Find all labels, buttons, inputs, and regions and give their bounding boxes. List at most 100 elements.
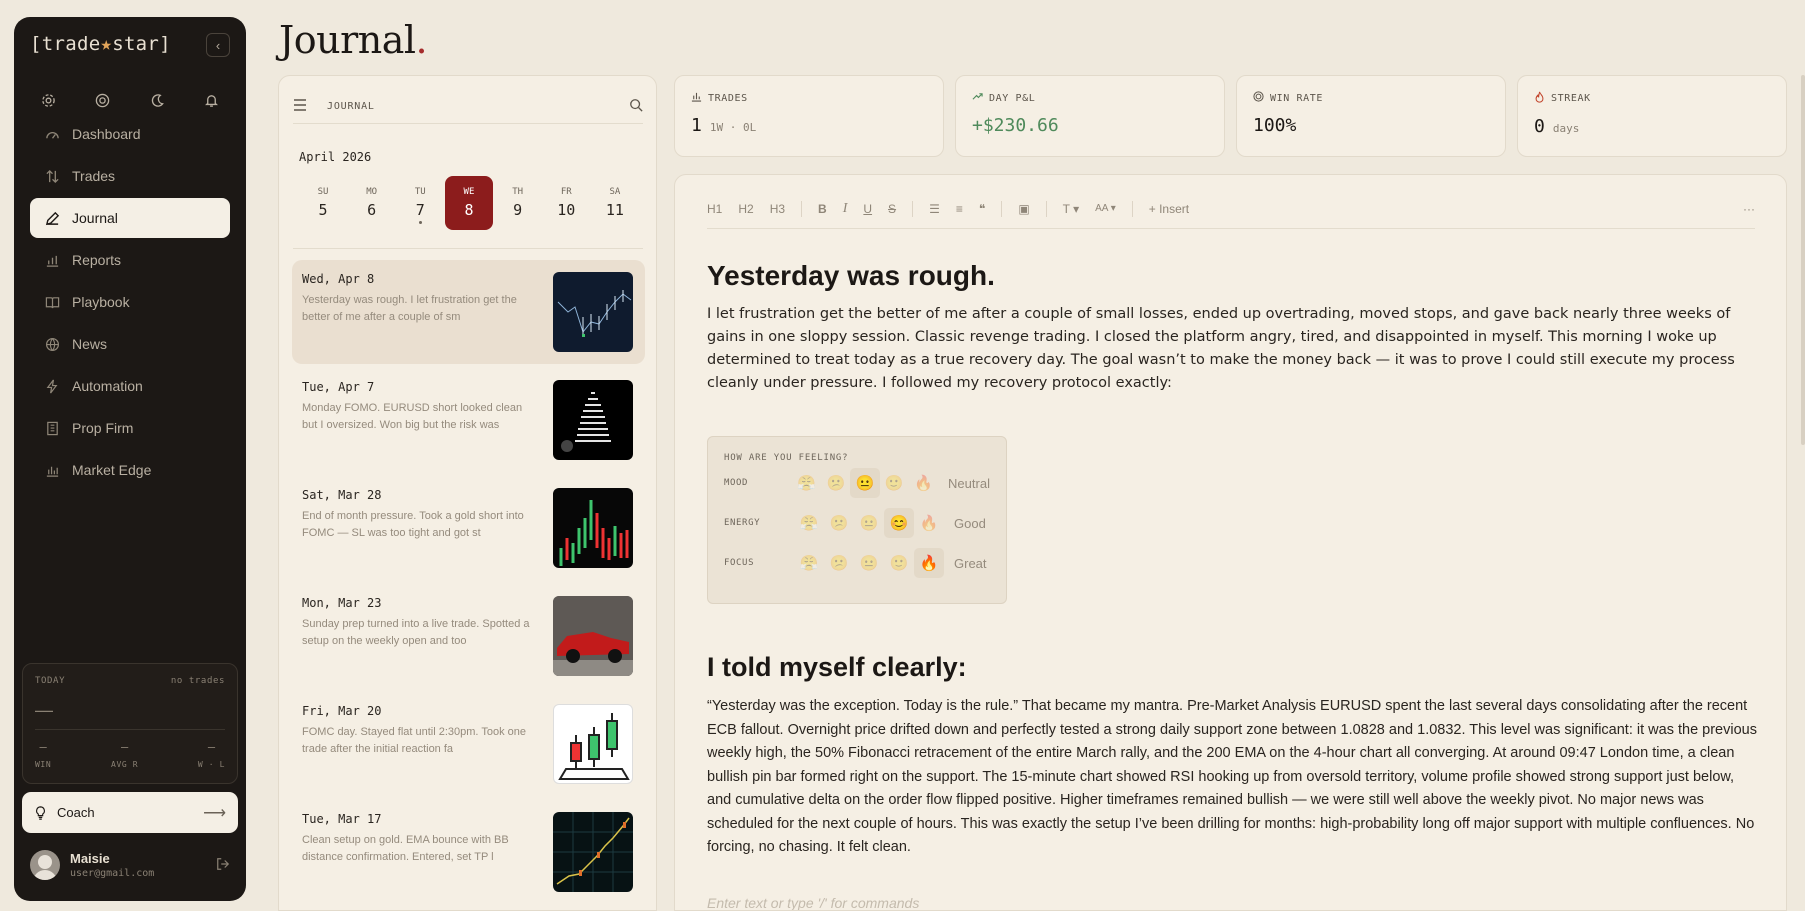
collapse-sidebar-button[interactable]: ‹ (206, 33, 230, 57)
heading2-button[interactable]: H2 (738, 202, 753, 216)
sidebar-item-news[interactable]: News (30, 324, 230, 364)
entry-date: Wed, Apr 8 (302, 272, 375, 286)
emoji-option[interactable]: 🔥 (914, 508, 944, 538)
sidebar-item-journal[interactable]: Journal (30, 198, 230, 238)
day-tue[interactable]: TU 7 (396, 176, 444, 230)
stats-row: TRADES 1 1W · 0L DAY P&L +$230.66 WIN RAT… (674, 75, 1787, 157)
journal-entry[interactable]: Sat, Mar 28 End of month pressure. Took a… (292, 476, 645, 580)
bell-icon[interactable] (200, 88, 224, 112)
feeling-row-focus: FOCUS 😤 😕 😐 🙂 🔥 Great (724, 543, 990, 583)
week-day-picker: SU 5 MO 6 TU 7 WE 8 TH 9 FR 10 SA 11 (299, 176, 639, 230)
day-sun[interactable]: SU 5 (299, 176, 347, 230)
stat-trades-sub: 1W · 0L (709, 121, 757, 134)
divider (1045, 200, 1047, 217)
entry-paragraph[interactable]: “Yesterday was the exception. Today is t… (707, 695, 1762, 860)
heading1-button[interactable]: H1 (707, 202, 722, 216)
day-thu[interactable]: TH 9 (494, 176, 542, 230)
user-email: user@gmail.com (70, 868, 155, 879)
entry-date: Sat, Mar 28 (302, 488, 382, 502)
entry-date: Tue, Mar 17 (302, 812, 382, 826)
journal-entry[interactable]: Fri, Mar 20 FOMC day. Stayed flat until 2… (292, 692, 645, 796)
gear-icon[interactable] (36, 88, 60, 112)
today-label: TODAY (35, 676, 66, 686)
logout-icon[interactable] (216, 857, 230, 874)
entry-heading[interactable]: Yesterday was rough. (707, 260, 995, 292)
emoji-option[interactable]: 😤 (792, 468, 821, 498)
moon-icon[interactable] (145, 88, 169, 112)
sidebar-item-prop-firm[interactable]: Prop Firm (30, 408, 230, 448)
bullet-list-icon[interactable]: ☰ (929, 202, 940, 216)
day-fri[interactable]: FR 10 (542, 176, 590, 230)
day-mon[interactable]: MO 6 (348, 176, 396, 230)
sidebar-item-trades[interactable]: Trades (30, 156, 230, 196)
image-icon[interactable]: ▣ (1018, 202, 1029, 216)
journal-entry[interactable]: Wed, Apr 8 Yesterday was rough. I let fru… (292, 260, 645, 364)
entry-date: Tue, Apr 7 (302, 380, 375, 394)
emoji-option[interactable]: 🙂 (880, 468, 909, 498)
search-icon[interactable] (629, 98, 643, 115)
help-icon[interactable] (91, 88, 115, 112)
numbered-list-icon[interactable]: ≡ (956, 202, 963, 216)
stat-streak-value: 0 (1534, 116, 1545, 137)
heading3-button[interactable]: H3 (770, 202, 785, 216)
emoji-option[interactable]: 😕 (824, 548, 854, 578)
more-options-icon[interactable]: ··· (1743, 202, 1755, 216)
emoji-option[interactable]: 😤 (794, 508, 824, 538)
sidebar: [trade★star] ‹ Dashboard Trades Journal … (14, 17, 246, 901)
editor-placeholder[interactable]: Enter text or type '/' for commands (707, 895, 919, 910)
insert-button[interactable]: + Insert (1149, 202, 1189, 216)
feeling-value: Great (954, 555, 987, 571)
emoji-option[interactable]: 🙂 (884, 548, 914, 578)
font-size-dropdown[interactable]: AA ▾ (1095, 203, 1116, 214)
arrow-right-icon: ⟶ (203, 804, 226, 822)
day-sat[interactable]: SA 11 (591, 176, 639, 230)
emoji-option[interactable]: 😤 (794, 548, 824, 578)
italic-button[interactable]: I (843, 201, 848, 217)
emoji-option[interactable]: 😐 (854, 508, 884, 538)
emoji-option[interactable]: 😕 (824, 508, 854, 538)
sidebar-item-dashboard[interactable]: Dashboard (30, 114, 230, 154)
sidebar-item-automation[interactable]: Automation (30, 366, 230, 406)
stat-trades-value: 1 (691, 115, 702, 136)
emoji-option-selected[interactable]: 😊 (884, 508, 914, 538)
journal-entry[interactable]: Tue, Apr 7 Monday FOMO. EURUSD short look… (292, 368, 645, 472)
trend-up-icon (972, 91, 983, 105)
user-profile[interactable]: Maisie user@gmail.com (30, 845, 230, 885)
sidebar-item-playbook[interactable]: Playbook (30, 282, 230, 322)
globe-icon (42, 337, 62, 352)
divider (912, 200, 914, 217)
emoji-option-selected[interactable]: 😐 (850, 468, 880, 498)
text-style-dropdown[interactable]: T ▾ (1063, 202, 1079, 216)
underline-button[interactable]: U (863, 202, 872, 216)
today-summary-card: TODAY no trades — – WIN – AVG R – W · L (22, 663, 238, 784)
emoji-option[interactable]: 😕 (821, 468, 850, 498)
calendar-month: April 2026 (299, 150, 372, 164)
app-logo[interactable]: [trade★star] (30, 33, 171, 55)
flame-icon (1534, 91, 1545, 106)
entry-thumbnail (553, 704, 633, 784)
emoji-option[interactable]: 😐 (854, 548, 884, 578)
sidebar-quick-actions (36, 88, 224, 112)
page-scrollbar[interactable] (1801, 75, 1805, 445)
strikethrough-button[interactable]: S (888, 202, 896, 216)
today-stat-win: – WIN (35, 740, 52, 769)
coach-label: Coach (57, 805, 95, 820)
journal-entry[interactable]: Tue, Mar 17 Clean setup on gold. EMA boun… (292, 800, 645, 904)
bold-button[interactable]: B (818, 202, 827, 216)
sidebar-item-market-edge[interactable]: Market Edge (30, 450, 230, 490)
entry-paragraph[interactable]: I let frustration get the better of me a… (707, 303, 1762, 395)
building-icon (42, 421, 62, 436)
entry-subheading[interactable]: I told myself clearly: (707, 652, 967, 683)
emoji-option-selected[interactable]: 🔥 (914, 548, 944, 578)
sidebar-item-reports[interactable]: Reports (30, 240, 230, 280)
chevron-left-icon: ‹ (215, 37, 221, 53)
menu-icon[interactable] (293, 98, 315, 116)
divider (293, 248, 643, 249)
stat-day-pnl-value: +$230.66 (972, 115, 1059, 136)
day-wed-selected[interactable]: WE 8 (444, 176, 493, 230)
journal-entry[interactable]: Mon, Mar 23 Sunday prep turned into a liv… (292, 584, 645, 688)
entry-snippet: FOMC day. Stayed flat until 2:30pm. Took… (302, 726, 526, 755)
coach-button[interactable]: Coach ⟶ (22, 792, 238, 833)
emoji-option[interactable]: 🔥 (909, 468, 938, 498)
quote-icon[interactable]: ❝ (979, 202, 985, 216)
